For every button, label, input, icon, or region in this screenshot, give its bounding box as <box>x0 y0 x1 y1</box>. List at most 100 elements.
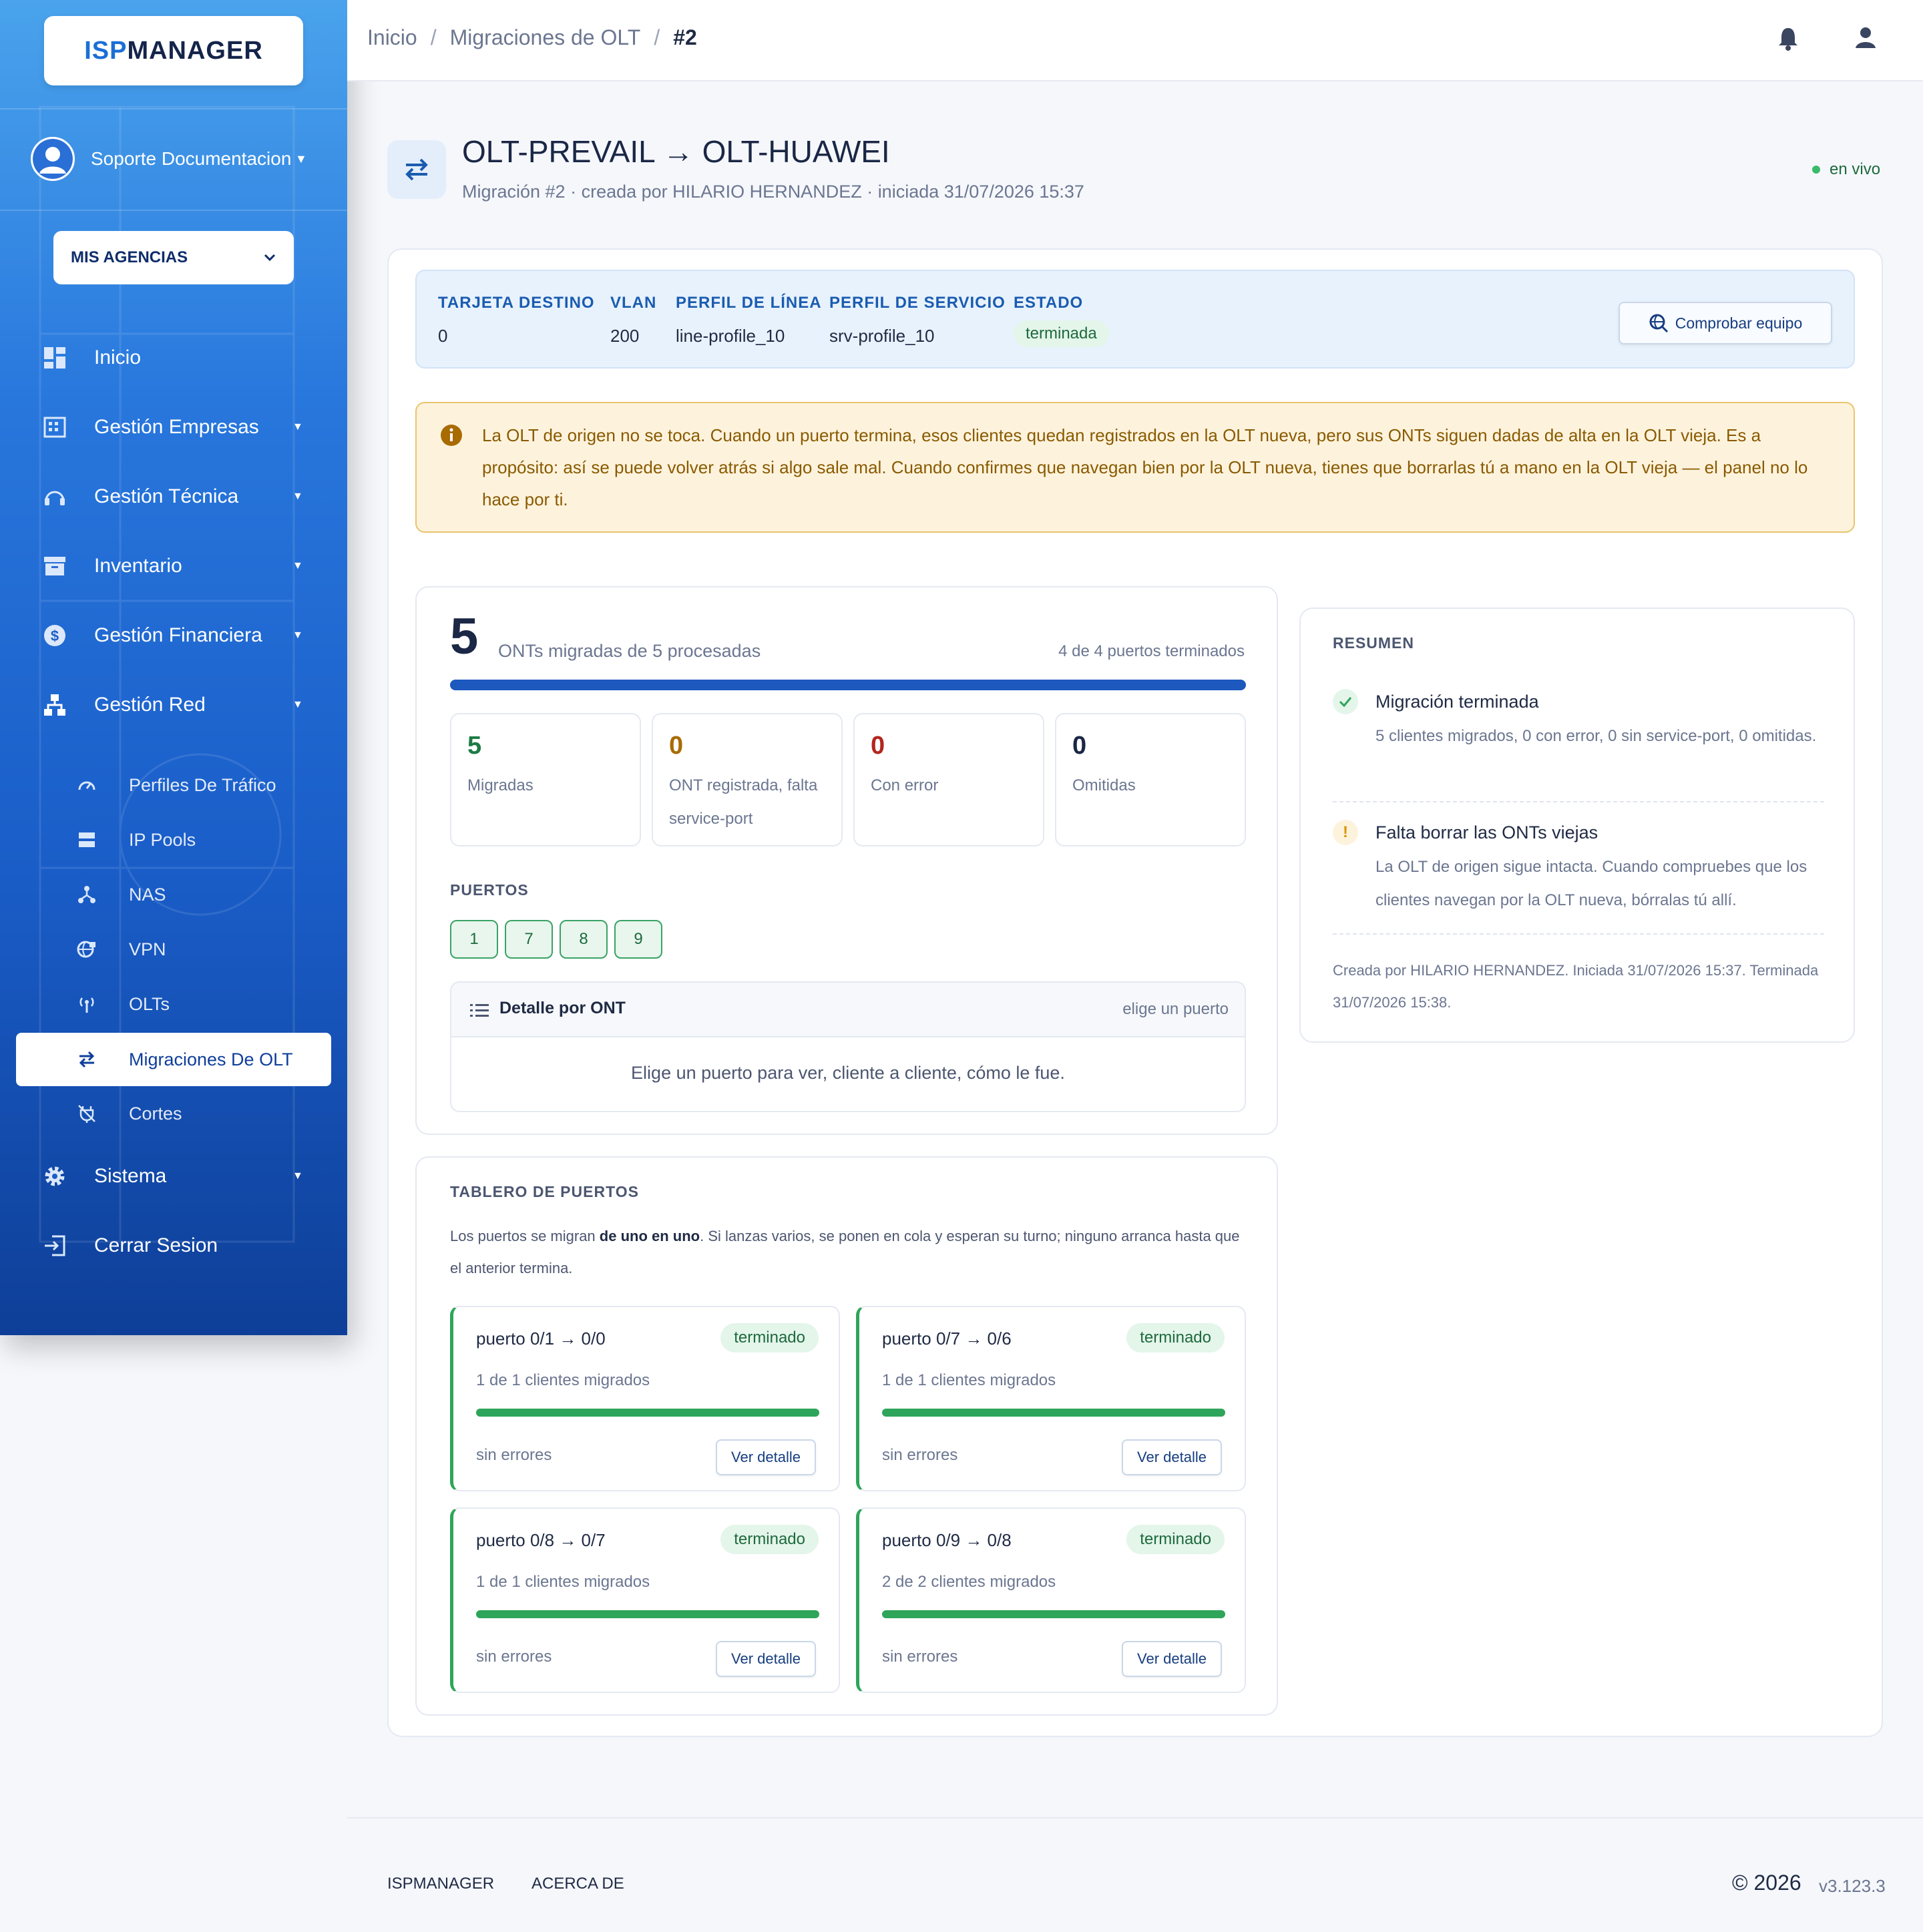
sidebar-item-label: Gestión Empresas <box>94 416 259 438</box>
sidebar-subitem-label: Perfiles De Tráfico <box>129 774 276 795</box>
view-detail-button[interactable]: Ver detalle <box>1122 1641 1222 1677</box>
building-icon <box>41 414 68 441</box>
chevron-down-icon: ▼ <box>292 1170 303 1182</box>
sidebar-item-sistema[interactable]: Sistema ▼ <box>0 1150 347 1203</box>
sidebar-item-gestion-empresas[interactable]: Gestión Empresas ▼ <box>0 401 347 454</box>
user-caret-icon[interactable]: ▼ <box>295 152 307 166</box>
exclamation-icon: ! <box>1333 820 1358 845</box>
sidebar-item-label: Gestión Financiera <box>94 624 262 646</box>
port-card-errors: sin errores <box>476 1446 552 1464</box>
info-vlan: VLAN 200 <box>610 294 657 346</box>
sidebar-subitem-olts[interactable]: OLTs <box>0 981 347 1027</box>
breadcrumb-current: #2 <box>673 25 697 49</box>
sidebar-item-gestion-financiera[interactable]: $ Gestión Financiera ▼ <box>0 609 347 662</box>
info-estado: ESTADO terminada <box>1014 294 1109 347</box>
sidebar-subitem-label: Cortes <box>129 1103 182 1124</box>
sidebar-subitem-label: NAS <box>129 884 166 905</box>
sidebar-item-gestion-red[interactable]: Gestión Red ▼ <box>0 678 347 732</box>
page-title: OLT-PREVAIL → OLT-HUAWEI <box>462 134 890 169</box>
summary-divider <box>1333 933 1824 935</box>
migrated-count: 5 <box>450 608 479 665</box>
port-card-title: puerto 0/1 → 0/0 <box>476 1329 606 1349</box>
migration-info: TARJETA DESTINO 0 VLAN 200 PERFIL DE LÍNEA… <box>415 270 1855 369</box>
port-card: puerto 0/9 → 0/8 terminado 2 de 2 client… <box>856 1507 1246 1693</box>
speedometer-icon <box>75 774 98 796</box>
sidebar-item-inventario[interactable]: Inventario ▼ <box>0 539 347 593</box>
live-label: en vivo <box>1830 160 1881 178</box>
agency-select[interactable]: MIS AGENCIAS <box>53 231 294 284</box>
overall-progress-bar <box>450 680 1246 690</box>
status-badge: terminada <box>1014 320 1109 347</box>
agency-label: MIS AGENCIAS <box>71 248 188 266</box>
info-circle-icon <box>439 423 463 451</box>
sidebar-item-label: Gestión Técnica <box>94 485 239 507</box>
port-card: puerto 0/7 → 0/6 terminado 1 de 1 client… <box>856 1306 1246 1491</box>
sidebar-subitem-cortes[interactable]: Cortes <box>0 1090 347 1137</box>
dashboard-icon <box>41 344 68 371</box>
breadcrumb-inicio[interactable]: Inicio <box>367 25 417 50</box>
user-menu[interactable]: Soporte Documentacion <box>31 136 291 182</box>
summary-footer: Creada por HILARIO HERNANDEZ. Iniciada 3… <box>1333 962 1819 1011</box>
sidebar-subitem-migraciones-olt[interactable]: Migraciones De OLT <box>16 1033 331 1086</box>
sidebar-subitem-perfiles-trafico[interactable]: Perfiles De Tráfico <box>0 762 347 808</box>
breadcrumb-separator: / <box>654 25 660 49</box>
ports-done-label: 4 de 4 puertos terminados <box>1058 642 1245 660</box>
footer-version: v3.123.3 <box>1819 1876 1886 1896</box>
summary-item-desc: 5 clientes migrados, 0 con error, 0 sin … <box>1375 727 1817 745</box>
check-icon <box>1333 689 1358 714</box>
sidebar-divider <box>0 108 347 109</box>
stat-migradas: 5 Migradas <box>450 713 641 847</box>
migration-swap-icon <box>387 140 446 199</box>
check-equipment-button[interactable]: Comprobar equipo <box>1619 302 1832 344</box>
chevron-down-icon <box>264 254 276 262</box>
status-badge: terminado <box>1126 1323 1225 1353</box>
sidebar-item-gestion-tecnica[interactable]: Gestión Técnica ▼ <box>0 470 347 523</box>
chevron-down-icon: ▼ <box>292 630 303 641</box>
port-chip[interactable]: 7 <box>505 920 553 959</box>
svg-text:$: $ <box>51 628 59 644</box>
user-avatar-icon <box>33 139 73 179</box>
view-detail-button[interactable]: Ver detalle <box>1122 1439 1222 1475</box>
sidebar-item-cerrar-sesion[interactable]: Cerrar Sesion <box>0 1219 347 1272</box>
summary-item-title: Migración terminada <box>1375 692 1539 712</box>
footer-link-ispmanager[interactable]: ISPMANAGER <box>387 1875 494 1893</box>
port-card-title: puerto 0/8 → 0/7 <box>476 1530 606 1550</box>
port-chip[interactable]: 1 <box>450 920 498 959</box>
live-dot <box>1812 166 1820 174</box>
summary-card: RESUMEN Migración terminada 5 clientes m… <box>1299 608 1855 1043</box>
chevron-down-icon: ▼ <box>292 421 303 433</box>
port-card-errors: sin errores <box>882 1446 958 1464</box>
view-detail-button[interactable]: Ver detalle <box>716 1641 816 1677</box>
status-badge: terminado <box>720 1525 819 1554</box>
info-tarjeta: TARJETA DESTINO 0 <box>438 294 595 346</box>
breadcrumb-migraciones[interactable]: Migraciones de OLT <box>450 25 641 50</box>
chevron-down-icon: ▼ <box>292 491 303 502</box>
footer-link-acerca[interactable]: ACERCA DE <box>531 1875 624 1893</box>
port-card: puerto 0/1 → 0/0 terminado 1 de 1 client… <box>450 1306 840 1491</box>
ont-detail-title: Detalle por ONT <box>499 999 626 1017</box>
bell-icon[interactable] <box>1776 25 1800 55</box>
sidebar-item-label: Inicio <box>94 346 142 369</box>
sidebar-item-inicio[interactable]: Inicio <box>0 331 347 385</box>
summary-heading: RESUMEN <box>1333 634 1415 652</box>
status-badge: terminado <box>1126 1525 1225 1554</box>
hub-icon <box>75 883 98 906</box>
sidebar-subitem-ip-pools[interactable]: IP Pools <box>0 816 347 863</box>
sidebar-subitem-vpn[interactable]: VPN <box>0 926 347 973</box>
summary-item-desc: La OLT de origen sigue intacta. Cuando c… <box>1375 858 1807 909</box>
app-logo[interactable]: ISPMANAGER <box>44 16 303 85</box>
sidebar-divider <box>0 210 347 211</box>
sidebar-subitem-nas[interactable]: NAS <box>0 871 347 918</box>
network-icon <box>41 692 68 718</box>
antenna-icon <box>75 993 98 1015</box>
list-icon <box>470 1003 489 1021</box>
stat-omitidas: 0 Omitidas <box>1055 713 1246 847</box>
logo-isp: ISP <box>84 36 128 65</box>
port-card-errors: sin errores <box>476 1648 552 1666</box>
port-card-count: 1 de 1 clientes migrados <box>882 1371 1056 1389</box>
port-chip[interactable]: 8 <box>560 920 608 959</box>
port-chip[interactable]: 9 <box>614 920 662 959</box>
view-detail-button[interactable]: Ver detalle <box>716 1439 816 1475</box>
user-icon[interactable] <box>1854 25 1878 55</box>
check-equipment-label: Comprobar equipo <box>1675 314 1803 332</box>
